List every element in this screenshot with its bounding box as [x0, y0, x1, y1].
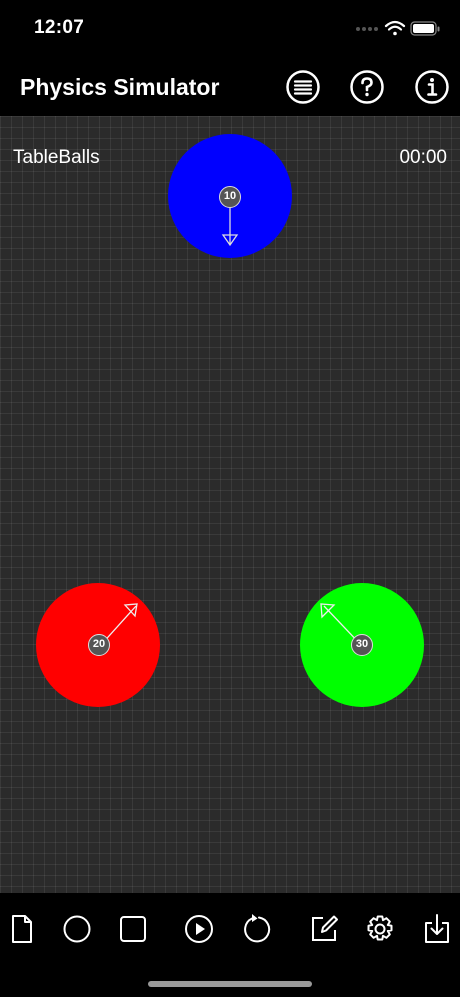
menu-icon[interactable]	[286, 70, 320, 104]
add-square-icon[interactable]	[117, 913, 149, 945]
status-icons	[356, 20, 440, 36]
simulation-timer: 00:00	[399, 147, 447, 168]
add-circle-icon[interactable]	[61, 913, 93, 945]
edit-icon[interactable]	[308, 913, 340, 945]
status-bar: 12:07	[0, 0, 460, 58]
app-title: Physics Simulator	[20, 74, 220, 100]
ball-label: 30	[351, 634, 373, 656]
bottom-toolbar	[0, 893, 460, 997]
navigation-bar: Physics Simulator	[0, 58, 460, 116]
simulation-name: TableBalls	[13, 147, 100, 168]
help-icon[interactable]	[350, 70, 384, 104]
new-document-icon[interactable]	[6, 913, 38, 945]
signal-icon	[356, 27, 378, 31]
reset-icon[interactable]	[240, 913, 272, 945]
status-time: 12:07	[34, 17, 85, 38]
play-icon[interactable]	[183, 913, 215, 945]
settings-icon[interactable]	[364, 913, 396, 945]
wifi-icon	[384, 20, 406, 36]
velocity-arrow[interactable]	[210, 208, 250, 248]
simulation-canvas[interactable]: TableBalls 00:00 10 20 30	[0, 116, 460, 893]
battery-icon	[410, 21, 440, 36]
info-icon[interactable]	[415, 70, 449, 104]
download-icon[interactable]	[421, 913, 453, 945]
ball-label: 10	[219, 186, 241, 208]
ball-label: 20	[88, 634, 110, 656]
home-indicator	[148, 981, 312, 987]
